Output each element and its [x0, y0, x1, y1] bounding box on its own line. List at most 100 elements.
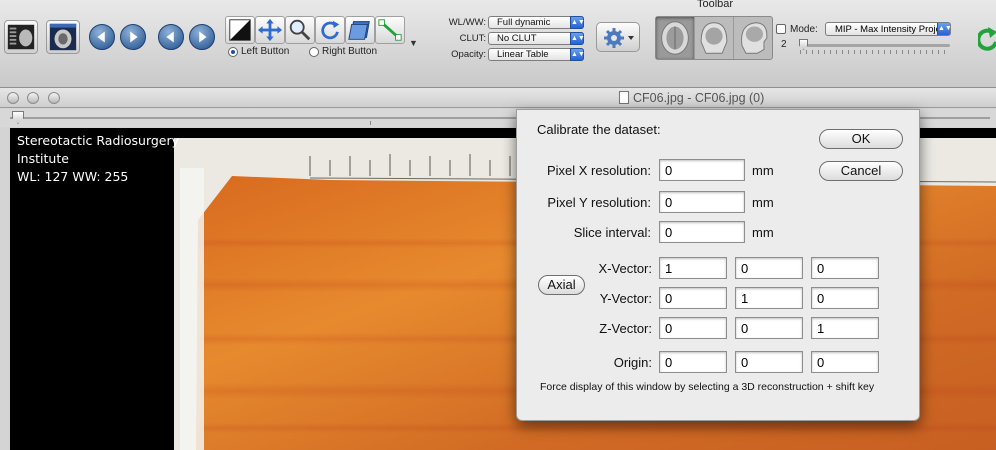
next-series-button[interactable]: [120, 24, 146, 50]
refresh-icon[interactable]: [978, 26, 996, 52]
pixel-y-field[interactable]: [659, 191, 745, 213]
orientation-segmented-control: [655, 16, 773, 60]
mode-checkbox[interactable]: [776, 24, 786, 34]
zoom-window-button[interactable]: [48, 92, 60, 104]
close-window-button[interactable]: [7, 92, 19, 104]
z-vector-x-field[interactable]: [659, 317, 727, 339]
thickness-slider-track[interactable]: [800, 44, 950, 47]
y-vector-z-field[interactable]: [811, 287, 879, 309]
calibrate-dialog: Calibrate the dataset: OK Cancel Pixel X…: [516, 109, 920, 421]
image-annotation: Stereotactic Radiosurgery Institute WL: …: [17, 132, 179, 186]
coronal-orientation-button[interactable]: [695, 17, 734, 59]
slice-interval-label: Slice interval:: [573, 225, 651, 240]
mode-label: Mode:: [790, 24, 818, 35]
minimize-window-button[interactable]: [27, 92, 39, 104]
institution-line-1: Stereotactic Radiosurgery: [17, 133, 180, 148]
slice-slider-knob[interactable]: [12, 111, 24, 124]
y-vector-y-field[interactable]: [735, 287, 803, 309]
wlww-value: Full dynamic: [497, 17, 551, 28]
pixel-y-unit: mm: [752, 195, 774, 210]
measure-tool-button[interactable]: [375, 16, 405, 44]
rendering-mode-popup[interactable]: MIP - Max Intensity Projection ▲▼: [825, 22, 951, 36]
right-button-label: Right Button: [322, 46, 378, 57]
x-vector-y-field[interactable]: [735, 257, 803, 279]
viewer-button[interactable]: [46, 20, 80, 54]
left-button-radio[interactable]: [228, 46, 238, 57]
left-button-label: Left Button: [241, 46, 290, 57]
triangle-left-icon: [97, 31, 105, 43]
axial-orientation-button[interactable]: [656, 17, 695, 59]
wlww-tool-button[interactable]: [225, 16, 255, 44]
previous-series-button[interactable]: [89, 24, 115, 50]
rendering-mode-value: MIP - Max Intensity Projection: [835, 24, 951, 35]
series-nav: [89, 24, 153, 52]
study-nav: [158, 24, 222, 52]
origin-label: Origin:: [613, 355, 652, 370]
z-vector-y-field[interactable]: [735, 317, 803, 339]
popup-arrows-icon: ▲▼: [570, 16, 585, 29]
wlww-label: WL/WW:: [448, 17, 486, 28]
x-vector-x-field[interactable]: [659, 257, 727, 279]
origin-x-field[interactable]: [659, 351, 727, 373]
sagittal-head-icon: [741, 22, 768, 54]
next-study-button[interactable]: [189, 24, 215, 50]
contrast-icon: [229, 19, 251, 41]
x-vector-label: X-Vector:: [598, 261, 652, 276]
axial-brain-icon: [661, 21, 689, 55]
toolbar-title: Toolbar: [697, 0, 734, 10]
slice-interval-field[interactable]: [659, 221, 745, 243]
pixel-x-unit: mm: [752, 163, 774, 178]
y-vector-x-field[interactable]: [659, 287, 727, 309]
scroll-tool-button[interactable]: [345, 16, 375, 44]
z-vector-z-field[interactable]: [811, 317, 879, 339]
institution-line-2: Institute: [17, 151, 69, 166]
triangle-right-icon: [130, 31, 138, 43]
viewer-icon: [49, 23, 77, 51]
thickness-slider-knob[interactable]: [799, 39, 808, 50]
more-tools-caret-icon[interactable]: ▼: [409, 38, 418, 48]
sagittal-orientation-button[interactable]: [734, 17, 772, 59]
ruler-line-icon: [378, 19, 402, 41]
window-titlebar: CF06.jpg - CF06.jpg (0): [0, 88, 996, 108]
pixel-x-field[interactable]: [659, 159, 745, 181]
slice-interval-unit: mm: [752, 225, 774, 240]
magnifier-icon: [289, 19, 311, 41]
z-vector-label: Z-Vector:: [599, 321, 652, 336]
slice-tick-mark: [370, 121, 371, 125]
coronal-brain-icon: [700, 22, 728, 54]
window-title: CF06.jpg - CF06.jpg (0): [633, 91, 765, 105]
main-toolbar: Toolbar ▼ Left Button Right Button WL/WW…: [0, 0, 996, 88]
database-button[interactable]: [4, 20, 38, 54]
origin-z-field[interactable]: [811, 351, 879, 373]
cancel-button[interactable]: Cancel: [819, 161, 903, 181]
left-button-option[interactable]: Left Button: [228, 46, 289, 57]
clut-popup[interactable]: No CLUT ▲▼: [488, 32, 585, 45]
opacity-popup[interactable]: Linear Table ▲▼: [488, 48, 585, 61]
pixel-x-label: Pixel X resolution:: [546, 163, 651, 178]
move-arrows-icon: [257, 18, 283, 42]
previous-study-button[interactable]: [158, 24, 184, 50]
rotate-tool-button[interactable]: [315, 16, 345, 44]
opacity-label: Opacity:: [451, 49, 486, 60]
stack-icon: [348, 21, 370, 40]
thickness-slider-ticks: [800, 50, 950, 54]
right-button-radio[interactable]: [309, 46, 319, 57]
clut-value: No CLUT: [497, 33, 537, 44]
zoom-tool-button[interactable]: [285, 16, 315, 44]
move-tool-button[interactable]: [255, 16, 285, 44]
y-vector-label: Y-Vector:: [599, 291, 652, 306]
opacity-value: Linear Table: [497, 49, 549, 60]
origin-y-field[interactable]: [735, 351, 803, 373]
clut-label: CLUT:: [459, 33, 486, 44]
right-button-option[interactable]: Right Button: [309, 46, 377, 57]
triangle-right-icon: [199, 31, 207, 43]
document-icon: [619, 91, 629, 104]
popup-arrows-icon: ▲▼: [570, 48, 585, 61]
pixel-y-label: Pixel Y resolution:: [547, 195, 651, 210]
gear-icon: [604, 28, 634, 48]
x-vector-z-field[interactable]: [811, 257, 879, 279]
actions-gear-button[interactable]: [596, 22, 640, 52]
ok-button[interactable]: OK: [819, 129, 903, 149]
database-icon: [7, 24, 35, 50]
wlww-popup[interactable]: Full dynamic ▲▼: [488, 16, 585, 29]
